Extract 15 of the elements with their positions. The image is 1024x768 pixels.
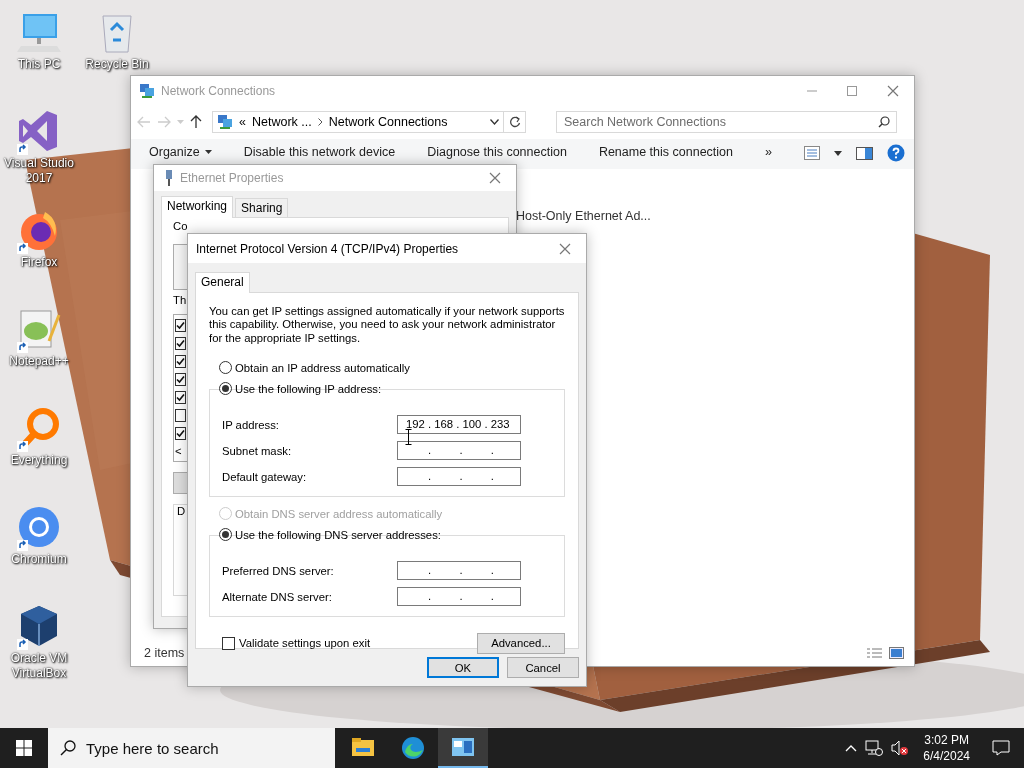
field-label: Subnet mask: bbox=[222, 444, 293, 457]
search-placeholder: Type here to search bbox=[86, 739, 219, 757]
section-label: Th bbox=[173, 294, 188, 306]
section-label: Co bbox=[173, 220, 189, 232]
field-label: IP address: bbox=[222, 418, 280, 431]
instruction-text: You can get IP settings assigned automatically if your network supports this capability. Otherwise, you need to ask your network administrator for the appropriate IP settings. bbox=[209, 305, 565, 345]
group-label: D bbox=[177, 505, 186, 517]
address-text: « bbox=[239, 115, 246, 129]
item-count: 2 items bbox=[144, 646, 185, 660]
field-label: Default gateway: bbox=[222, 470, 308, 483]
field-label: Alternate DNS server: bbox=[222, 590, 333, 603]
window-title: Ethernet Properties bbox=[180, 171, 284, 185]
window-title: Internet Protocol Version 4 (TCP/IPv4) Properties bbox=[196, 241, 459, 256]
window-title: Network Connections bbox=[161, 83, 276, 98]
field-label: Preferred DNS server: bbox=[222, 564, 335, 577]
